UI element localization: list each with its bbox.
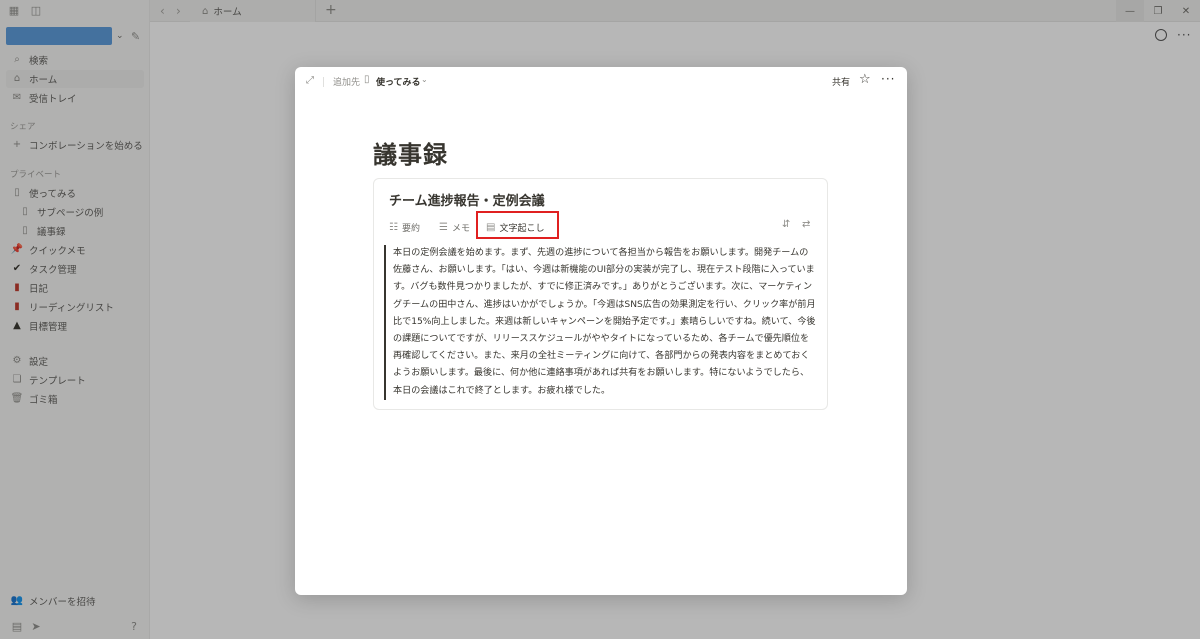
transcript-text: 本日の定例会議を始めます。まず、先週の進捗について各担当から報告をお願いします。… <box>384 245 816 400</box>
meeting-title[interactable]: チーム進捗報告・定例会議 <box>389 190 545 209</box>
page-title[interactable]: 議事録 <box>373 135 448 170</box>
parent-page-selector[interactable]: 使ってみる <box>376 75 421 88</box>
tab-notes[interactable]: ☰ メモ <box>439 219 470 235</box>
summary-icon: ☷ <box>389 221 398 233</box>
more-options-icon[interactable]: ··· <box>881 72 895 86</box>
settings-sliders-icon[interactable]: ⇄ <box>802 219 810 230</box>
sort-icon[interactable]: ⇵ <box>782 219 790 230</box>
page-icon: ▯ <box>364 74 370 85</box>
divider <box>323 77 324 87</box>
favorite-star-icon[interactable]: ☆ <box>859 72 871 87</box>
meeting-notes-block: チーム進捗報告・定例会議 ☷ 要約 ☰ メモ ▤ 文字起こし ⇵ ⇄ 本日の定例… <box>373 178 828 410</box>
add-to-label: 追加先 <box>333 78 361 88</box>
highlight-box <box>476 211 559 239</box>
tab-label: 要約 <box>401 223 420 234</box>
tab-summary[interactable]: ☷ 要約 <box>389 219 420 235</box>
chevron-down-icon[interactable]: ⌄ <box>421 75 428 84</box>
share-button[interactable]: 共有 <box>832 75 850 88</box>
notes-icon: ☰ <box>439 221 448 233</box>
tab-label: メモ <box>451 223 470 234</box>
page-preview-modal: ⤢ 追加先 ▯ 使ってみる ⌄ 共有 ☆ ··· 議事録 チーム進捗報告・定例会… <box>295 67 907 595</box>
expand-icon[interactable]: ⤢ <box>306 75 314 86</box>
